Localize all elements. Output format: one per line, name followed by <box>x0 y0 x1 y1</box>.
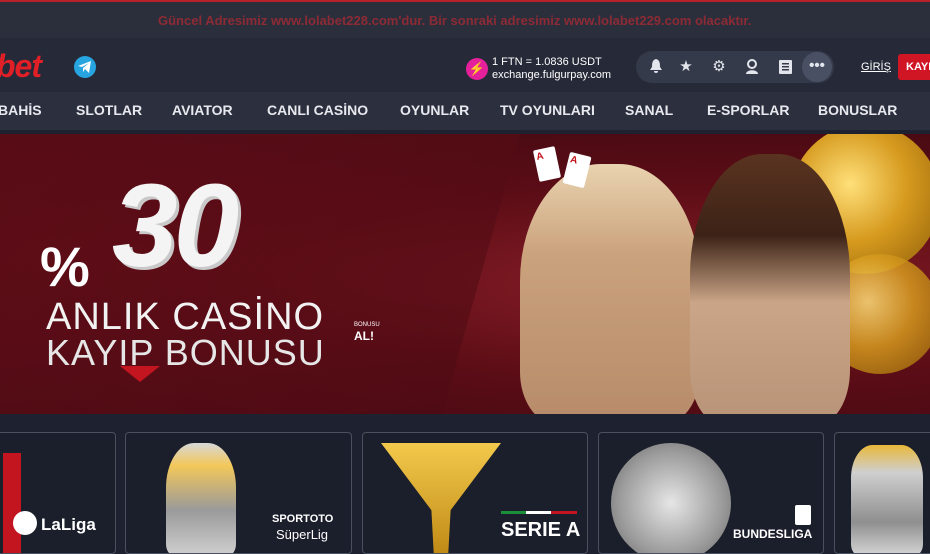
announcement-bar: Güncel Adresimiz www.lolabet228.com'dur.… <box>0 0 930 38</box>
league-tile-laliga[interactable]: LaLiga <box>0 432 116 554</box>
league-tile-bundesliga[interactable]: BUNDESLIGA <box>598 432 824 554</box>
banner-arrow-decoration <box>120 366 160 382</box>
league-label: SERIE A <box>501 519 581 541</box>
league-label-brand: SPORTOTO <box>272 513 334 525</box>
announcement-text: Güncel Adresimiz www.lolabet228.com'dur.… <box>158 13 752 28</box>
banner-percent-sign: % <box>40 235 90 298</box>
exchange-rate-value: 1 FTN = 1.0836 USDT <box>492 56 602 68</box>
nav-item-aviator[interactable]: AVIATOR <box>172 102 233 118</box>
playing-card-icon: A <box>532 146 562 182</box>
banner-title-line2: KAYIP BONUSU <box>46 332 325 373</box>
bundesliga-shield-image <box>611 443 731 553</box>
league-tile-premier-league[interactable] <box>834 432 930 554</box>
more-icon[interactable]: ••• <box>802 52 832 82</box>
header: bet ⚡ 1 FTN = 1.0836 USDT exchange.fulgu… <box>0 38 930 92</box>
site-logo[interactable]: bet <box>0 48 42 85</box>
nav-item-bonuslar[interactable]: BONUSLAR <box>818 102 897 118</box>
register-button[interactable]: KAYIT <box>898 54 930 80</box>
lightning-icon: ⚡ <box>466 58 488 80</box>
page: Güncel Adresimiz www.lolabet228.com'dur.… <box>0 0 930 554</box>
nav-item-oyunlar[interactable]: OYUNLAR <box>400 102 469 118</box>
main-nav: BAHİS SLOTLAR AVIATOR CANLI CASİNO OYUNL… <box>0 92 930 130</box>
italy-flag-stripe <box>501 511 577 514</box>
serie-a-trophy-image <box>381 443 501 553</box>
list-icon[interactable] <box>773 55 797 79</box>
nav-item-slotlar[interactable]: SLOTLAR <box>76 102 142 118</box>
nav-item-e-sporlar[interactable]: E-SPORLAR <box>707 102 789 118</box>
superlig-trophy-image <box>166 443 236 553</box>
exchange-rate[interactable]: 1 FTN = 1.0836 USDT exchange.fulgurpay.c… <box>492 56 611 82</box>
league-tile-serie-a[interactable]: SERIE A <box>362 432 588 554</box>
exchange-rate-site: exchange.fulgurpay.com <box>492 69 612 81</box>
user-icon[interactable] <box>740 55 764 79</box>
premier-league-trophy-image <box>851 445 923 553</box>
bell-icon[interactable] <box>644 55 668 79</box>
login-link[interactable]: GİRİŞ <box>861 61 891 73</box>
model-image-left <box>520 164 700 414</box>
nav-item-sanal[interactable]: SANAL <box>625 102 673 118</box>
model-image-right <box>690 154 850 414</box>
gear-icon[interactable]: ⚙ <box>707 55 731 79</box>
telegram-icon[interactable] <box>74 56 96 78</box>
banner-cta[interactable]: AL! <box>354 329 374 343</box>
laliga-logo-icon <box>13 511 37 535</box>
league-label: BUNDESLIGA <box>733 527 813 541</box>
laliga-trophy-image <box>3 453 21 553</box>
nav-item-canli-casino[interactable]: CANLI CASİNO <box>267 102 368 118</box>
league-tile-superlig[interactable]: SPORTOTO SüperLig <box>125 432 352 554</box>
league-label: LaLiga <box>41 515 96 534</box>
bundesliga-logo-icon <box>795 505 811 525</box>
promo-banner[interactable]: A A % 30 ANLIK CASİNO KAYIP BONUSU BONUS… <box>0 134 930 414</box>
nav-item-tv-oyunlari[interactable]: TV OYUNLARI <box>500 102 595 118</box>
banner-amount: 30 <box>112 160 239 292</box>
star-icon[interactable]: ★ <box>674 55 698 79</box>
header-icon-bar: ★ ⚙ ••• <box>636 51 834 83</box>
banner-cta-small: BONUSU <box>354 322 380 328</box>
nav-item-bahis[interactable]: BAHİS <box>0 102 42 118</box>
league-label: SüperLig <box>276 527 329 542</box>
